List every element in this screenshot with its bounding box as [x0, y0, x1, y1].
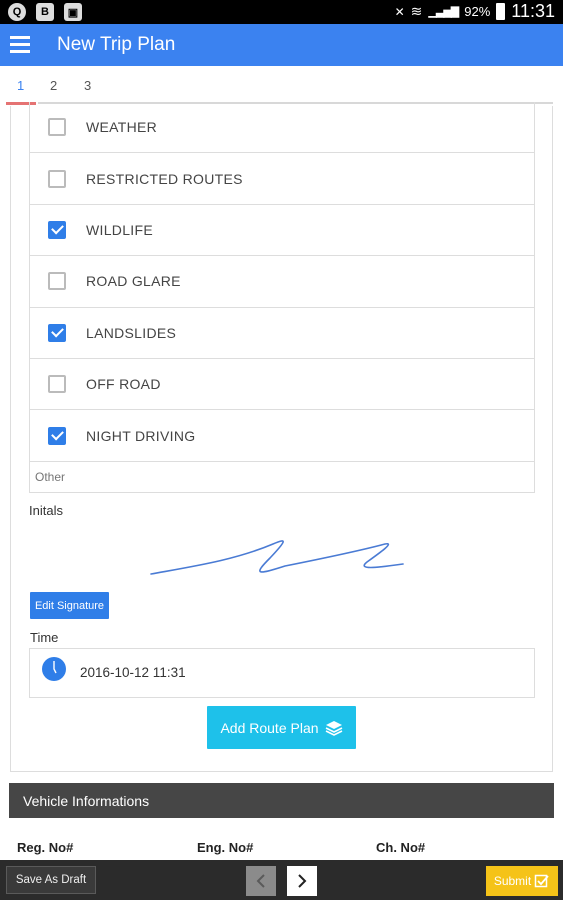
checklist-label: OFF ROAD: [86, 376, 161, 393]
tab-step-3[interactable]: 3: [84, 78, 91, 93]
checklist-item-weather[interactable]: WEATHER: [30, 102, 534, 154]
page-title: New Trip Plan: [57, 34, 176, 55]
previous-button[interactable]: [246, 866, 276, 896]
battery-percent: 92%: [464, 4, 491, 19]
checklist-item-night-driving[interactable]: NIGHT DRIVING: [30, 410, 534, 462]
image-icon: ▣: [64, 3, 82, 21]
check-square-icon: [534, 874, 549, 888]
next-button[interactable]: [287, 866, 317, 896]
tab-step-2[interactable]: 2: [50, 78, 57, 93]
checklist-label: LANDSLIDES: [86, 324, 177, 341]
signature-image: [150, 540, 404, 575]
checkbox-checked[interactable]: [48, 426, 66, 445]
mute-icon: ✕: [394, 4, 405, 19]
status-bar: Q B ▣ ✕ ≋ ▁▃▅▇ 92% 11:31: [0, 0, 563, 24]
vehicle-section-header: Vehicle Informations: [9, 783, 554, 818]
checkbox[interactable]: [48, 118, 66, 137]
chevron-right-icon: [298, 874, 307, 888]
time-field[interactable]: 2016-10-12 11:31: [29, 648, 535, 698]
checkbox-checked[interactable]: [48, 220, 66, 239]
chevron-left-icon: [256, 874, 265, 888]
checklist-label: NIGHT DRIVING: [86, 427, 196, 444]
status-bar-system: ✕ ≋ ▁▃▅▇ 92% 11:31: [395, 1, 555, 22]
step-tabs: 1 2 3: [0, 66, 563, 106]
checklist-item-restricted-routes[interactable]: RESTRICTED ROUTES: [30, 153, 534, 205]
checklist-item-off-road[interactable]: OFF ROAD: [30, 359, 534, 411]
tab-step-1[interactable]: 1: [17, 78, 24, 93]
checkbox[interactable]: [48, 272, 66, 291]
initials-label: Initals: [29, 503, 63, 518]
reg-no-label: Reg. No#: [17, 840, 74, 855]
checklist-item-landslides[interactable]: LANDSLIDES: [30, 308, 534, 359]
submit-button[interactable]: Submit: [486, 866, 558, 896]
checkbox-checked[interactable]: [48, 323, 66, 342]
status-bar-notifications: Q B ▣: [8, 3, 82, 21]
checklist-item-wildlife[interactable]: WILDLIFE: [30, 205, 534, 257]
clock-time: 11:31: [511, 1, 555, 21]
checklist-label: ROAD GLARE: [86, 273, 181, 290]
time-value: 2016-10-12 11:31: [80, 665, 186, 680]
document-icon: B: [36, 3, 54, 21]
add-route-plan-label: Add Route Plan: [220, 719, 319, 736]
vehicle-section-title: Vehicle Informations: [23, 792, 150, 809]
wifi-icon: ≋: [410, 3, 423, 19]
checkbox[interactable]: [48, 169, 66, 188]
clock-icon: [42, 657, 66, 681]
bottom-action-bar: Save As Draft Submit: [0, 860, 563, 900]
checklist-item-road-glare[interactable]: ROAD GLARE: [30, 256, 534, 308]
signal-icon: ▁▃▅▇: [428, 6, 459, 18]
add-route-plan-button[interactable]: Add Route Plan: [207, 706, 356, 749]
battery-icon: [496, 3, 506, 20]
time-label: Time: [30, 630, 59, 645]
checklist-label: WILDLIFE: [86, 221, 153, 238]
hamburger-menu-icon[interactable]: [10, 36, 30, 54]
q-notification-icon: Q: [8, 3, 26, 21]
layers-icon: [325, 720, 342, 736]
app-bar: New Trip Plan: [0, 24, 563, 66]
eng-no-label: Eng. No#: [197, 840, 254, 855]
ch-no-label: Ch. No#: [376, 840, 426, 855]
edit-signature-button[interactable]: Edit Signature: [30, 592, 109, 619]
checklist-label: WEATHER: [86, 119, 158, 136]
checkbox[interactable]: [48, 375, 66, 394]
save-as-draft-button[interactable]: Save As Draft: [6, 866, 96, 894]
checklist-label: RESTRICTED ROUTES: [86, 170, 243, 187]
other-input[interactable]: [30, 461, 534, 492]
hazard-checklist: WEATHER RESTRICTED ROUTES WILDLIFE ROAD …: [29, 102, 535, 493]
submit-label: Submit: [493, 874, 532, 888]
